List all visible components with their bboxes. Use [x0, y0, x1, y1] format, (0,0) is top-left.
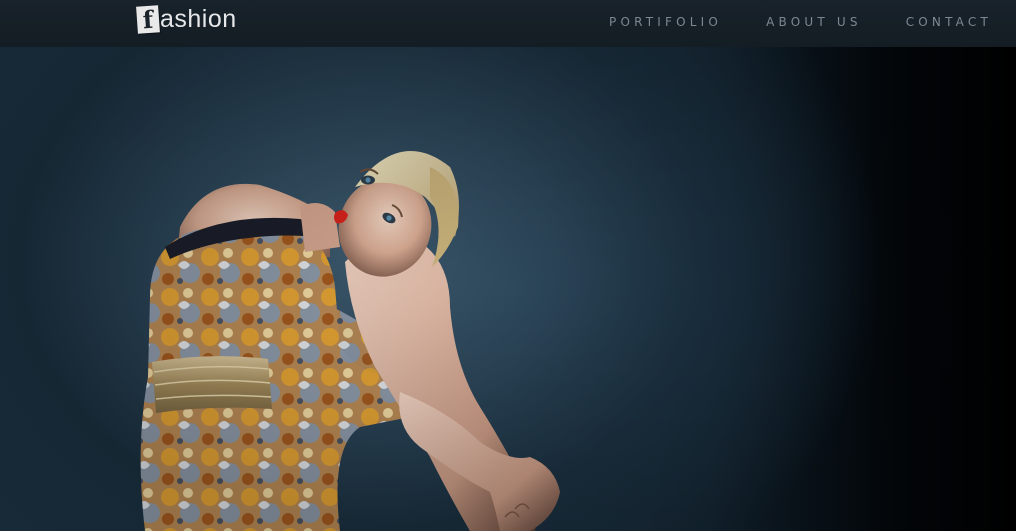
nav-link-portfolio[interactable]: PORTIFOLIO: [609, 15, 722, 29]
nav-link-contact[interactable]: CONTACT: [906, 15, 992, 29]
logo-link[interactable]: f ashion: [136, 4, 237, 34]
nav-link-about-us[interactable]: ABOUT US: [766, 15, 862, 29]
logo-mark-icon: f: [136, 4, 160, 34]
hero-model-image: [0, 47, 1016, 531]
top-navbar: f ashion PORTIFOLIO ABOUT US CONTACT: [0, 0, 1016, 47]
hero-banner: [0, 47, 1016, 531]
main-nav: PORTIFOLIO ABOUT US CONTACT: [565, 0, 992, 43]
page: f ashion PORTIFOLIO ABOUT US CONTACT: [0, 0, 1016, 531]
logo-text: ashion: [160, 5, 237, 33]
